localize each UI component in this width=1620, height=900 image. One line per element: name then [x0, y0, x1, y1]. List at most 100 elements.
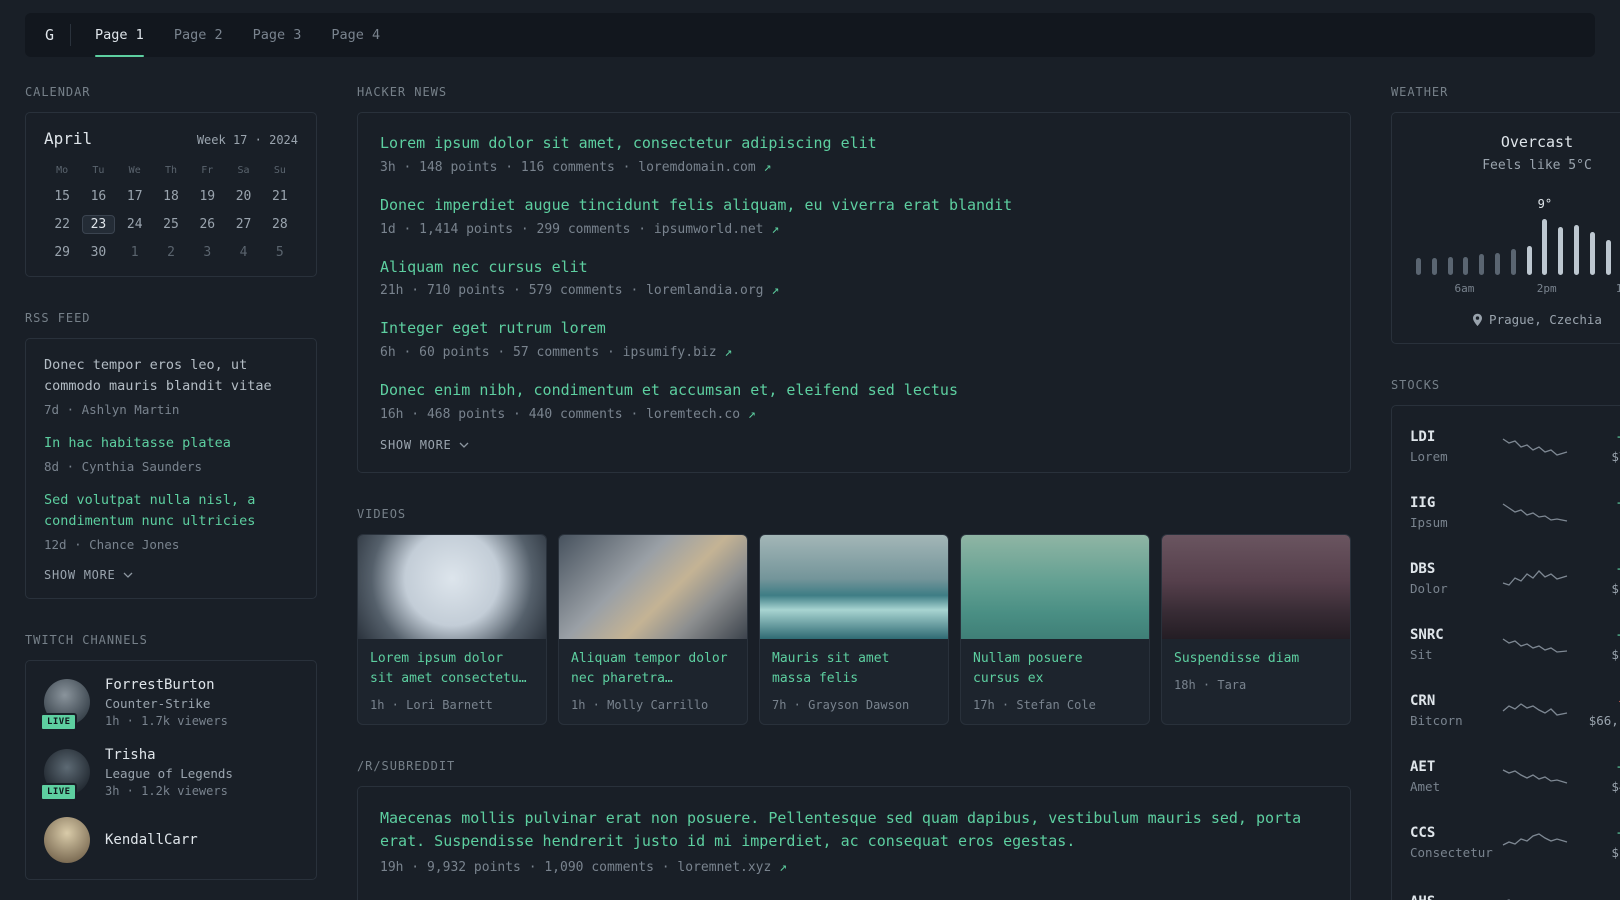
external-link-icon[interactable]: ↗ [771, 283, 779, 298]
hn-item: Integer eget rutrum lorem 6h · 60 points… [380, 318, 1328, 360]
weather-location: Prague, Czechia [1410, 312, 1620, 327]
stock-row: CCS Consectetur +0.51% $165.84 [1410, 810, 1620, 876]
sparkline-path [1502, 768, 1568, 784]
stock-row: LDI Lorem +4.35% $795.18 [1410, 414, 1620, 480]
calendar-day: 24 [126, 217, 143, 232]
hackernews-section-title: HACKER NEWS [357, 85, 448, 99]
calendar-day-next-month: 4 [239, 245, 248, 260]
hn-item: Donec imperdiet augue tincidunt felis al… [380, 195, 1328, 237]
rss-box: Donec tempor eros leo, ut commodo mauris… [25, 338, 317, 599]
external-link-icon[interactable]: ↗ [771, 222, 779, 237]
topbar: G Page 1 Page 2 Page 3 Page 4 [25, 13, 1595, 57]
stock-symbol[interactable]: CCS [1410, 825, 1501, 841]
calendar-day: 27 [235, 217, 252, 232]
stock-name: Sit [1410, 647, 1433, 662]
weather-time: 6am [1454, 282, 1475, 295]
weather-bar [1542, 219, 1548, 275]
video-title[interactable]: Nullam posuere cursus ex [973, 649, 1137, 689]
weather-bar [1526, 246, 1532, 275]
external-link-icon[interactable]: ↗ [724, 345, 732, 360]
rss-item: In hac habitasse platea 8d · Cynthia Sau… [44, 433, 298, 474]
channel-meta: 1h · 1.7k viewers [105, 713, 228, 728]
hn-item-meta: 3h · 148 points · 116 comments · loremdo… [380, 160, 1328, 175]
subreddit-widget: /R/SUBREDDIT Maecenas mollis pulvinar er… [357, 759, 1351, 900]
stock-sparkline [1501, 434, 1569, 460]
right-column: WEATHER Overcast Feels like 5°C 9° 6am 2… [1391, 85, 1620, 900]
video-title[interactable]: Suspendisse diam [1174, 649, 1338, 669]
stock-price: $148.64 [1611, 646, 1620, 662]
weather-condition: Overcast [1500, 133, 1574, 151]
tab-page-4[interactable]: Page 4 [331, 27, 380, 43]
stock-symbol[interactable]: CRN [1410, 693, 1501, 709]
hackernews-widget: HACKER NEWS Lorem ipsum dolor sit amet, … [357, 85, 1351, 473]
stock-row: DBS Dolor +1.42% $156.28 [1410, 546, 1620, 612]
video-card[interactable]: Mauris sit amet massa felis 7h · Grayson… [759, 533, 949, 726]
external-link-icon[interactable]: ↗ [764, 160, 772, 175]
rss-item-title[interactable]: In hac habitasse platea [44, 433, 298, 454]
hn-item-title[interactable]: Donec enim nibh, condimentum et accumsan… [380, 380, 1328, 402]
hn-item-title[interactable]: Aliquam nec cursus elit [380, 257, 1328, 279]
live-badge: LIVE [40, 783, 78, 802]
calendar-section-title: CALENDAR [25, 85, 91, 99]
hn-item-title[interactable]: Donec imperdiet augue tincidunt felis al… [380, 195, 1328, 217]
subreddit-post-title[interactable]: Maecenas mollis pulvinar erat non posuer… [380, 807, 1328, 854]
calendar-day: 19 [199, 189, 216, 204]
show-more-label: SHOW MORE [44, 567, 116, 582]
day-header: We [128, 165, 141, 176]
stocks-section-title: STOCKS [1391, 378, 1441, 392]
weather-widget: WEATHER Overcast Feels like 5°C 9° 6am 2… [1391, 85, 1620, 344]
stock-symbol[interactable]: IIG [1410, 495, 1501, 511]
weather-time: 10pm [1615, 282, 1620, 295]
stock-row: SNRC Sit +1.36% $148.64 [1410, 612, 1620, 678]
video-card[interactable]: Nullam posuere cursus ex 17h · Stefan Co… [960, 533, 1150, 726]
rss-show-more-button[interactable]: SHOW MORE [44, 568, 298, 582]
stock-sparkline [1501, 632, 1569, 658]
hn-meta-text: 21h · 710 points · 579 comments · loreml… [380, 283, 764, 299]
hn-item-title[interactable]: Lorem ipsum dolor sit amet, consectetur … [380, 133, 1328, 155]
hn-show-more-button[interactable]: SHOW MORE [380, 438, 1328, 452]
tab-page-1[interactable]: Page 1 [95, 27, 144, 57]
external-link-icon[interactable]: ↗ [779, 860, 787, 875]
tab-page-2[interactable]: Page 2 [174, 27, 223, 43]
stock-symbol[interactable]: DBS [1410, 561, 1501, 577]
stock-row: AHS +0.46% [1410, 876, 1620, 900]
stock-symbol[interactable]: AHS [1410, 894, 1501, 900]
video-title[interactable]: Mauris sit amet massa felis [772, 649, 936, 689]
hn-item-title[interactable]: Integer eget rutrum lorem [380, 318, 1328, 340]
calendar-day-next-month: 3 [203, 245, 212, 260]
video-card[interactable]: Aliquam tempor dolor nec pharetra… 1h · … [558, 533, 748, 726]
video-title[interactable]: Lorem ipsum dolor sit amet consectetu… [370, 649, 534, 689]
video-card[interactable]: Suspendisse diam 18h · Tara [1161, 533, 1351, 726]
stock-name: Dolor [1410, 581, 1448, 596]
day-header: Th [164, 165, 178, 176]
stock-symbol[interactable]: LDI [1410, 429, 1501, 445]
weather-bar [1431, 258, 1437, 275]
twitch-widget: TWITCH CHANNELS LIVE ForrestBurton Count… [25, 633, 317, 880]
stock-row: CRN Bitcorn -1.00% $66,171.48 [1410, 678, 1620, 744]
external-link-icon[interactable]: ↗ [748, 407, 756, 422]
video-card[interactable]: Lorem ipsum dolor sit amet consectetu… 1… [357, 533, 547, 726]
stocks-box: LDI Lorem +4.35% $795.18 IIG Ipsum +2.84% $4… [1391, 405, 1620, 900]
video-title[interactable]: Aliquam tempor dolor nec pharetra… [571, 649, 735, 689]
twitch-channel[interactable]: KendallCarr [44, 816, 298, 863]
stock-price: $499.72 [1611, 778, 1620, 794]
app-logo[interactable]: G [29, 26, 70, 44]
weather-feels-like: Feels like 5°C [1482, 158, 1592, 173]
twitch-channel[interactable]: LIVE Trisha League of Legends 3h · 1.2k … [40, 747, 298, 802]
rss-item-title[interactable]: Sed volutpat nulla nisl, a condimentum n… [44, 490, 298, 532]
dashboard: CALENDAR April Week 17 · 2024 Mo Tu We T… [0, 57, 1620, 900]
twitch-channel[interactable]: LIVE ForrestBurton Counter-Strike 1h · 1… [40, 677, 298, 732]
left-column: CALENDAR April Week 17 · 2024 Mo Tu We T… [25, 85, 317, 900]
calendar-month: April [44, 129, 93, 148]
hackernews-box: Lorem ipsum dolor sit amet, consectetur … [357, 112, 1351, 473]
calendar-day-next-month: 5 [275, 245, 284, 260]
tab-page-3[interactable]: Page 3 [253, 27, 302, 43]
stock-price: $66,171.48 [1588, 712, 1620, 728]
stock-symbol[interactable]: AET [1410, 759, 1501, 775]
rss-item-title[interactable]: Donec tempor eros leo, ut commodo mauris… [44, 355, 298, 397]
video-meta: 1h · Molly Carrillo [571, 698, 709, 713]
stock-change: +1.42% [1569, 562, 1620, 577]
day-header: Fr [201, 165, 214, 176]
weather-bar [1605, 240, 1611, 275]
stock-symbol[interactable]: SNRC [1410, 627, 1501, 643]
